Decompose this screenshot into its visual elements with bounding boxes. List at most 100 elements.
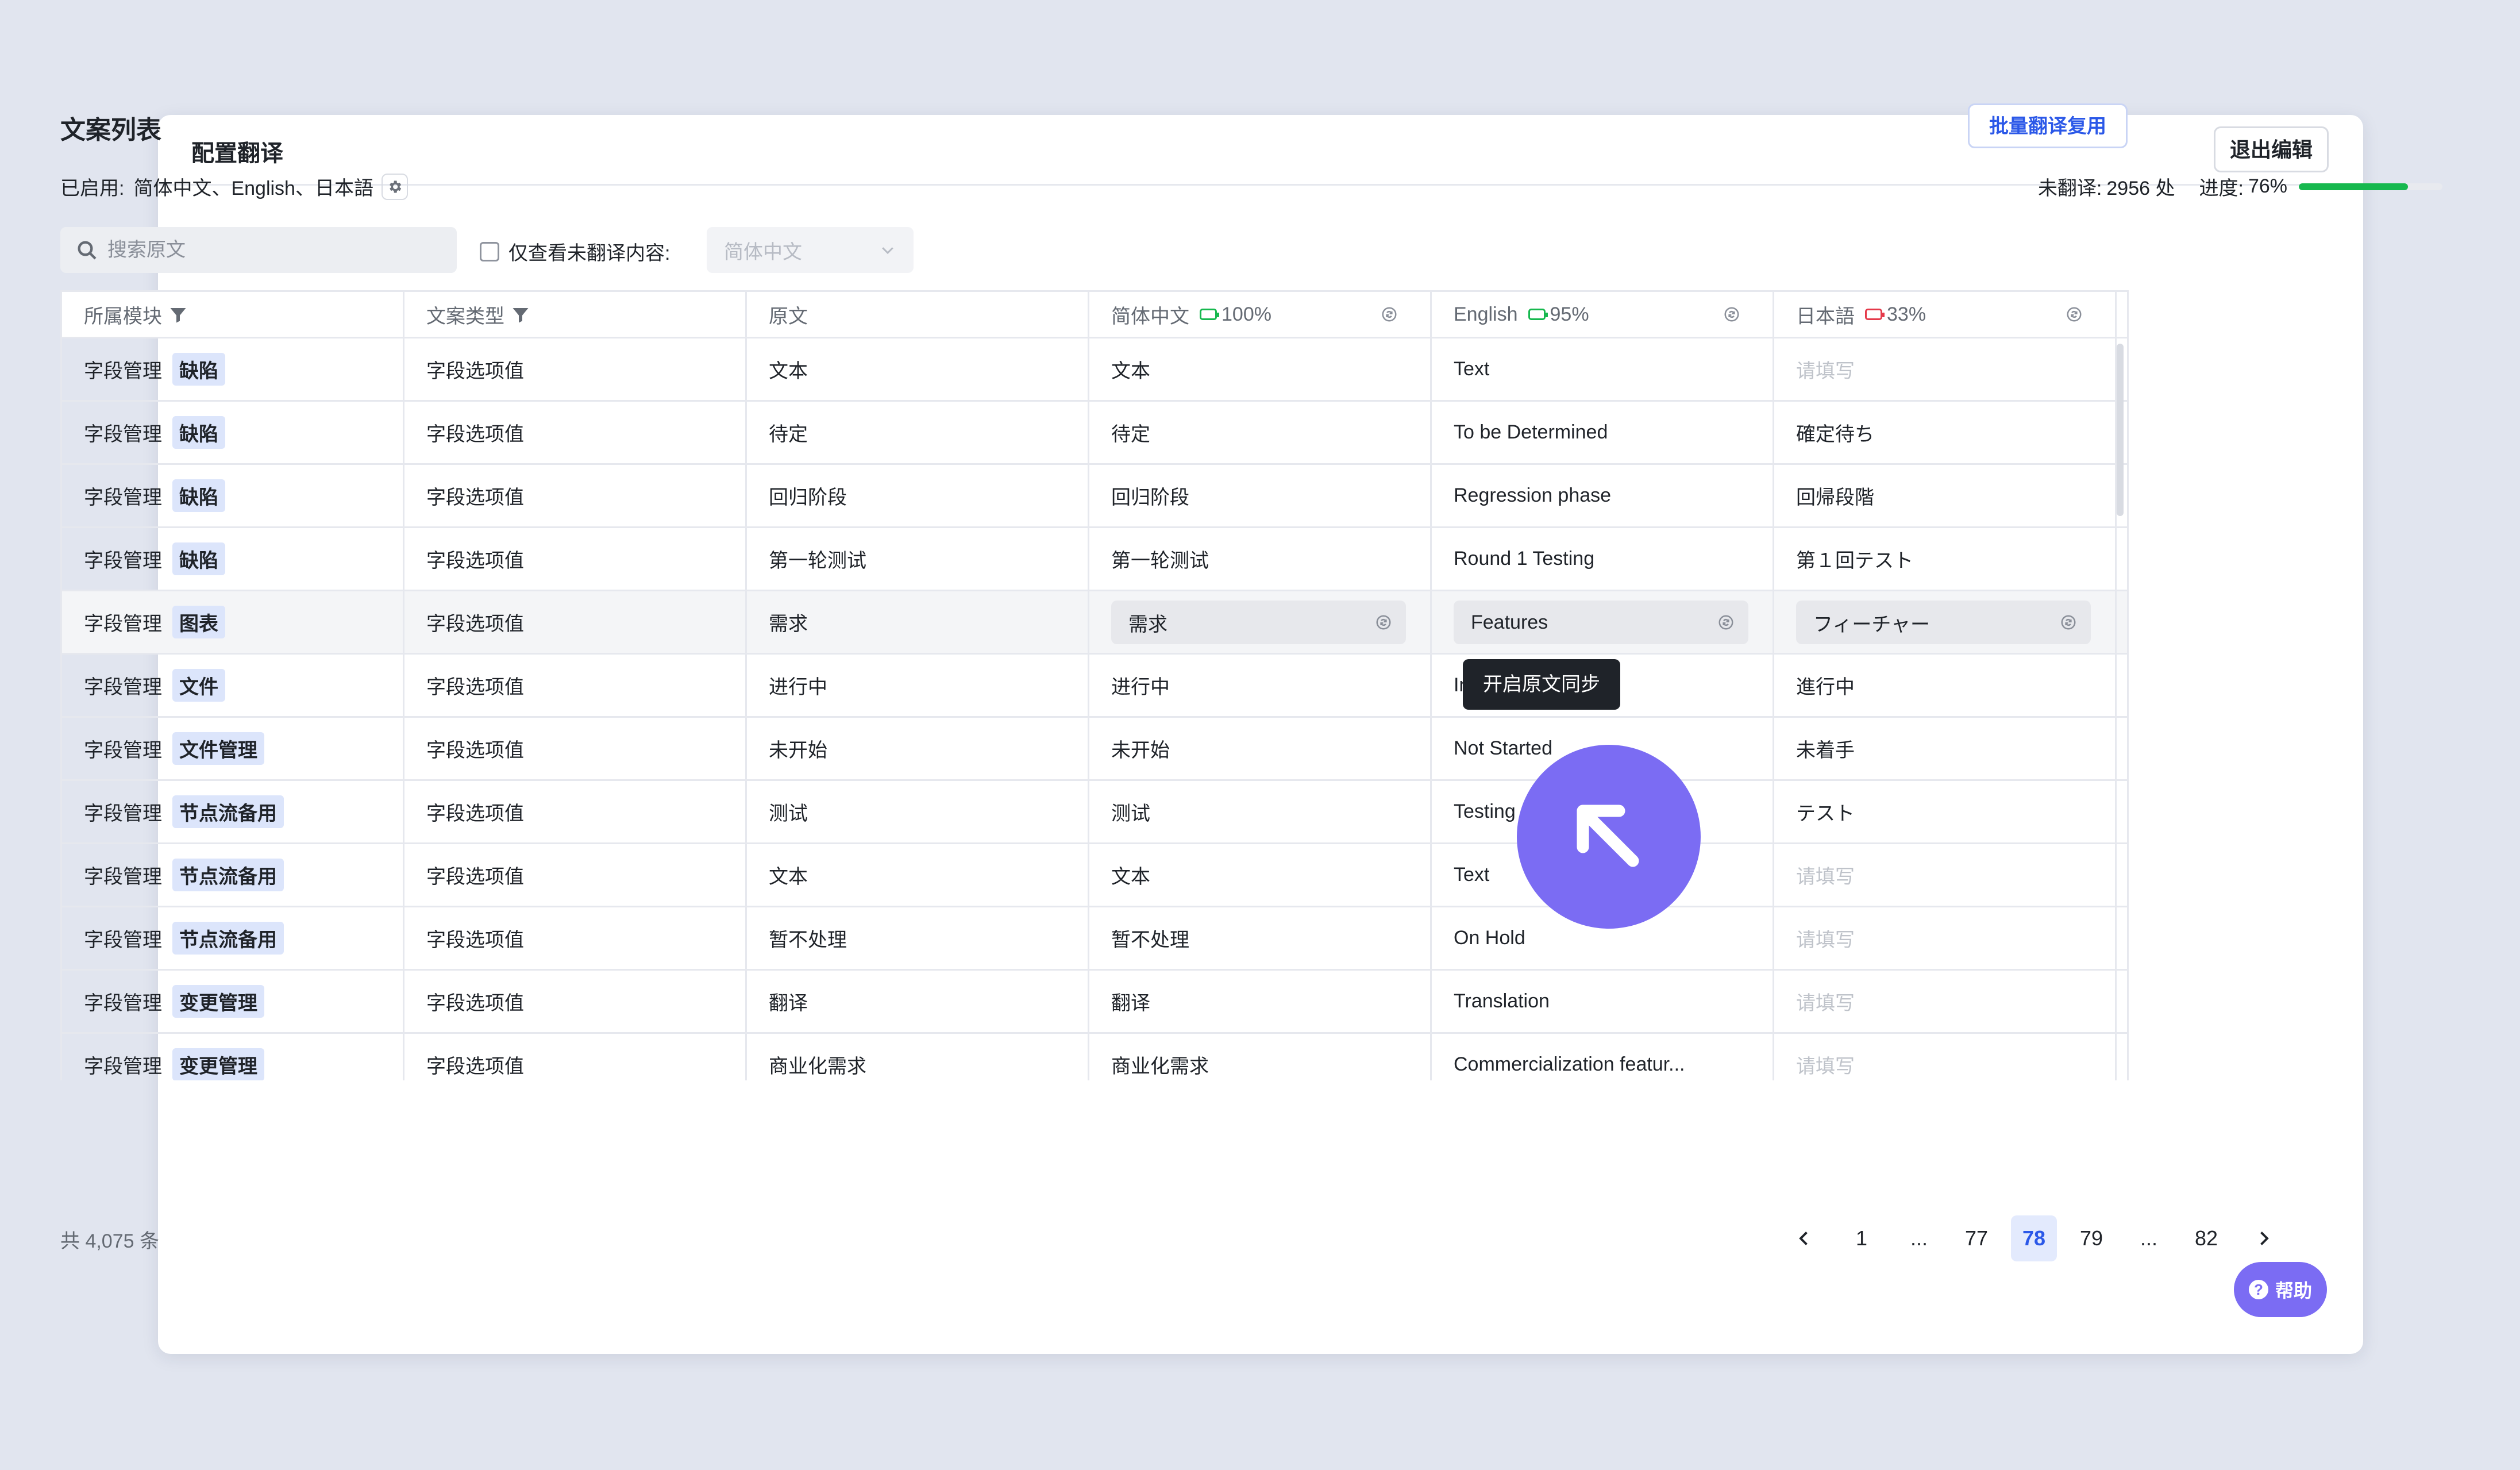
table-row[interactable]: 字段管理 缺陷 字段选项值 文本 文本 Text 请填写 bbox=[62, 338, 2127, 402]
cell-ja[interactable]: フィーチャー bbox=[1774, 591, 2117, 653]
batch-translate-button[interactable]: 批量翻译复用 bbox=[1968, 103, 2128, 148]
cell-ja[interactable]: テスト bbox=[1774, 781, 2117, 842]
column-header-type: 文案类型 bbox=[404, 292, 747, 337]
sync-icon[interactable] bbox=[1375, 614, 1392, 631]
cell-zh[interactable]: 暂不处理 bbox=[1089, 907, 1432, 969]
cell-ja[interactable]: 進行中 bbox=[1774, 655, 2117, 716]
cell-type: 字段选项值 bbox=[404, 465, 747, 526]
cell-en[interactable]: Features bbox=[1432, 591, 1774, 653]
enabled-langs: 简体中文、English、日本語 bbox=[133, 178, 373, 199]
cell-zh[interactable]: 需求 bbox=[1089, 591, 1432, 653]
table-row[interactable]: 字段管理 缺陷 字段选项值 待定 待定 To be Determined 確定待ち bbox=[62, 402, 2127, 465]
cell-module: 字段管理 缺陷 bbox=[62, 338, 404, 400]
table-row[interactable]: 字段管理 变更管理 字段选项值 商业化需求 商业化需求 Commercialization… bbox=[62, 1034, 2127, 1080]
cell-en[interactable]: Text bbox=[1432, 338, 1774, 400]
cell-zh[interactable]: 进行中 bbox=[1089, 655, 1432, 716]
language-progress: 100% bbox=[1200, 303, 1271, 326]
cell-type: 字段选项值 bbox=[404, 718, 747, 779]
cell-module: 字段管理 缺陷 bbox=[62, 465, 404, 526]
table-row[interactable]: 字段管理 节点流备用 字段选项值 测试 测试 Testing テスト bbox=[62, 781, 2127, 844]
pagination: 1... 77 78 79... 82 bbox=[1775, 1215, 2292, 1261]
translation-edit-field[interactable]: 需求 bbox=[1111, 601, 1406, 644]
cell-en[interactable]: Translation bbox=[1432, 971, 1774, 1032]
cell-zh[interactable]: 商业化需求 bbox=[1089, 1034, 1432, 1080]
translation-edit-field[interactable]: Features bbox=[1454, 601, 1748, 644]
next-page-icon[interactable] bbox=[2241, 1215, 2287, 1261]
translation-table: 所属模块 文案类型 原文 简体中文 100% English 95% 日本語 33% 字段管理缺… bbox=[60, 290, 2129, 1080]
cell-ja[interactable]: 请填写 bbox=[1774, 1034, 2117, 1080]
table-row[interactable]: 字段管理 缺陷 字段选项值 回归阶段 回归阶段 Regression phase 回帰段階 bbox=[62, 465, 2127, 528]
cell-ja[interactable]: 请填写 bbox=[1774, 844, 2117, 906]
sync-icon[interactable] bbox=[2060, 614, 2077, 631]
only-untranslated-toggle[interactable]: 仅查看未翻译内容: bbox=[480, 237, 670, 265]
page-button[interactable]: 78 bbox=[2011, 1215, 2057, 1261]
cell-ja[interactable]: 第１回テスト bbox=[1774, 528, 2117, 590]
column-header-source: 原文 bbox=[747, 292, 1089, 337]
cell-en[interactable]: Commercialization featur... bbox=[1432, 1034, 1774, 1080]
only-untranslated-checkbox[interactable] bbox=[480, 241, 499, 261]
cell-zh[interactable]: 待定 bbox=[1089, 402, 1432, 463]
question-icon: ? bbox=[2248, 1280, 2268, 1299]
help-button[interactable]: ? 帮助 bbox=[2234, 1262, 2327, 1317]
filter-icon[interactable] bbox=[168, 305, 188, 324]
column-header-label: 所属模块 bbox=[84, 305, 162, 328]
table-row[interactable]: 字段管理 变更管理 字段选项值 翻译 翻译 Translation 请填写 bbox=[62, 971, 2127, 1034]
exit-edit-button[interactable]: 退出编辑 bbox=[2214, 126, 2329, 172]
filter-icon[interactable] bbox=[510, 305, 531, 324]
cell-zh[interactable]: 未开始 bbox=[1089, 718, 1432, 779]
cell-ja[interactable]: 请填写 bbox=[1774, 907, 2117, 969]
module-tag: 文件 bbox=[172, 669, 225, 702]
page-button[interactable]: 77 bbox=[1953, 1215, 1999, 1261]
cell-ja[interactable]: 请填写 bbox=[1774, 971, 2117, 1032]
cell-zh[interactable]: 翻译 bbox=[1089, 971, 1432, 1032]
search-input[interactable] bbox=[106, 238, 430, 262]
cell-en[interactable]: Regression phase bbox=[1432, 465, 1774, 526]
cell-source: 回归阶段 bbox=[747, 465, 1089, 526]
cell-source: 翻译 bbox=[747, 971, 1089, 1032]
prev-page-icon[interactable] bbox=[1781, 1215, 1827, 1261]
cell-zh[interactable]: 文本 bbox=[1089, 844, 1432, 906]
module-tag: 缺陷 bbox=[172, 416, 225, 449]
table-row[interactable]: 字段管理 节点流备用 字段选项值 文本 文本 Text 请填写 bbox=[62, 844, 2127, 907]
translation-edit-field[interactable]: フィーチャー bbox=[1796, 601, 2091, 644]
module-tag: 变更管理 bbox=[172, 1048, 264, 1080]
table-row[interactable]: 字段管理文件字段选项值进行中进行中In Progress進行中 bbox=[62, 655, 2127, 718]
progress-value: 76% bbox=[2248, 175, 2287, 197]
table-scrollbar[interactable] bbox=[2117, 344, 2124, 516]
cell-ja[interactable]: 確定待ち bbox=[1774, 402, 2117, 463]
cell-type: 字段选项值 bbox=[404, 844, 747, 906]
cell-en[interactable]: Round 1 Testing bbox=[1432, 528, 1774, 590]
sync-icon[interactable] bbox=[2066, 306, 2083, 323]
page-button[interactable]: 79 bbox=[2068, 1215, 2114, 1261]
cell-type: 字段选项值 bbox=[404, 402, 747, 463]
module-tag: 文件管理 bbox=[172, 732, 264, 765]
cell-zh[interactable]: 测试 bbox=[1089, 781, 1432, 842]
sync-icon[interactable] bbox=[1381, 306, 1398, 323]
cell-ja[interactable]: 回帰段階 bbox=[1774, 465, 2117, 526]
cell-ja[interactable]: 请填写 bbox=[1774, 338, 2117, 400]
gear-icon[interactable] bbox=[381, 173, 408, 200]
table-row[interactable]: 字段管理 缺陷 字段选项值 第一轮测试 第一轮测试 Round 1 Testing 第１回テ… bbox=[62, 528, 2127, 591]
cell-zh[interactable]: 第一轮测试 bbox=[1089, 528, 1432, 590]
cell-zh[interactable]: 回归阶段 bbox=[1089, 465, 1432, 526]
page-button[interactable]: 82 bbox=[2183, 1215, 2229, 1261]
table-body: 字段管理 缺陷 字段选项值 文本 文本 Text 请填写 字段管理 缺陷 字段选项值 待定 待定 To … bbox=[62, 338, 2127, 1080]
search-box[interactable] bbox=[60, 227, 457, 273]
cell-zh[interactable]: 文本 bbox=[1089, 338, 1432, 400]
sync-icon[interactable] bbox=[1717, 614, 1735, 631]
cell-en[interactable]: To be Determined bbox=[1432, 402, 1774, 463]
cell-source: 需求 bbox=[747, 591, 1089, 653]
table-row[interactable]: 字段管理 图表 字段选项值 需求 需求 Features フィーチャー bbox=[62, 591, 2127, 655]
table-row[interactable]: 字段管理 文件管理 字段选项值 未开始 未开始 Not Started 未着手 bbox=[62, 718, 2127, 781]
table-row[interactable]: 字段管理 节点流备用 字段选项值 暂不处理 暂不处理 On Hold 请填写 bbox=[62, 907, 2127, 971]
page-ellipsis: ... bbox=[2140, 1226, 2157, 1250]
progress-bar bbox=[2299, 183, 2442, 190]
sync-icon[interactable] bbox=[1723, 306, 1740, 323]
page-button[interactable]: 1 bbox=[1839, 1215, 1885, 1261]
panel-title: 配置翻译 bbox=[191, 141, 283, 166]
cell-ja[interactable]: 未着手 bbox=[1774, 718, 2117, 779]
cell-module: 字段管理 变更管理 bbox=[62, 971, 404, 1032]
cell-module: 字段管理 缺陷 bbox=[62, 402, 404, 463]
cell-source: 测试 bbox=[747, 781, 1089, 842]
language-select[interactable]: 简体中文 bbox=[707, 227, 914, 273]
